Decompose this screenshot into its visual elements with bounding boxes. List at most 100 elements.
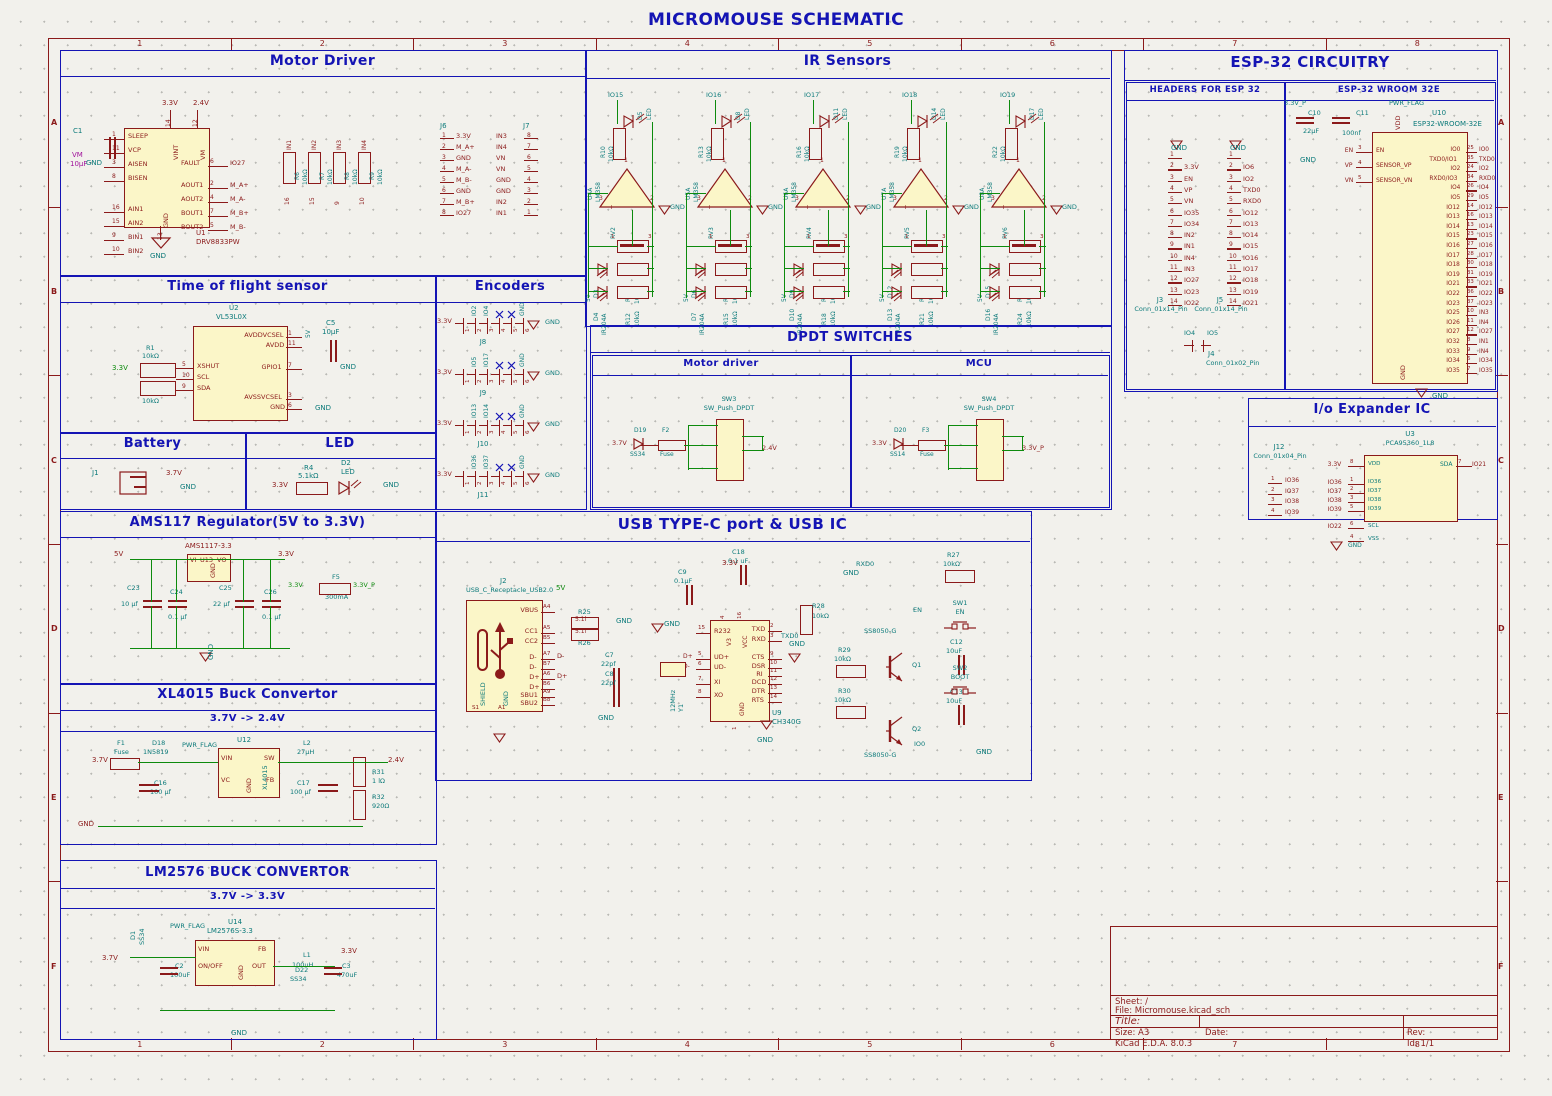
j7-pinnum-8: 8 [527,132,531,139]
encoder-ref-J9: J9 [479,389,487,397]
u1-pinnum-16: 16 [112,204,120,211]
j6-pinnum-4: 4 [442,165,446,172]
ams-cap-val-C26: 0.1 µf [262,613,281,621]
esp-label-J5-IO13: IO13 [1243,219,1259,228]
esp-label-J3-IN3: IN3 [1184,265,1195,273]
u1-pin-AOUT1: AOUT1 [181,181,204,189]
ir-wire [941,268,948,270]
esp-label-J3-IO27: IO27 [1184,276,1200,285]
ir-wire [1039,246,1046,248]
u3-net-IO22: IO22 [1327,523,1342,530]
u3-rpin-sda: SDA [1440,461,1453,468]
u10-rnet-IO17-11: IO17 [1479,252,1493,259]
u10-rpinline [1466,305,1477,307]
usb-j2-pinline [541,612,555,614]
row-label-r-E: E [1498,793,1504,802]
esp-pinnum-J3-10: 10 [1170,252,1178,260]
ir-pot-pin1: 1 [611,234,615,240]
u10-lpinline [1356,152,1372,154]
j12-pinnum-3: 3 [1271,497,1275,503]
ir-rled-ref-R13: R13 [698,146,705,158]
u2-rpinline [286,337,302,339]
u10-rpinline [1466,171,1477,173]
cap-c1-gnd: GND [86,159,103,167]
esp-label-J3-IO23: IO23 [1184,287,1200,296]
md-res-ref-R6: R6 [294,172,301,180]
esp-pinline [1168,158,1182,160]
ir-pot-pin1: 1 [1003,234,1007,240]
ir-wire [941,246,948,248]
dpdt-mcu-switch[interactable] [976,419,1004,481]
dpdt-mcu-fuse [918,440,946,451]
u3-pinnum-2: 2 [1350,486,1354,492]
u10-rnet-IO21-14: IO21 [1479,281,1493,288]
u10-rpin-IO23: IO23 [1446,300,1460,307]
esp-pinline [1168,259,1182,261]
ir-wire [632,210,634,246]
ic-u14-value: LM2576S-3.3 [207,927,253,935]
ir-rpd-R12 [617,286,649,299]
ic-u1-value: DRV8833PW [196,238,240,246]
ic-u9-value: CH340G [772,718,801,726]
usb-switch-symbol-SW2[interactable] [944,684,976,696]
usb-tr-ref-Q1: Q1 [912,661,922,669]
ir-opamp-pin3: 3 [795,195,799,202]
usb-cap2-C18 [745,565,748,585]
usb-net-dminus: D- [557,652,565,660]
usb-cap-ref-C7: C7 [605,651,614,659]
u10-rpin-IO17: IO17 [1446,252,1460,259]
xl-r31-value: 1 lΩ [372,777,385,785]
xl-net-24v: 2.4V [388,756,404,764]
enc-pinnum: 3 [489,328,495,332]
col-label-bot-5: 5 [867,1040,873,1049]
usb-j2-pinline [541,705,555,707]
u10-rpinnum-37: 37 [1467,298,1474,305]
dpdt-wire [688,425,690,470]
ir-rled-ref-R16: R16 [796,146,803,158]
tb-size: Size: A3 [1115,1028,1150,1038]
j7-label-IN4: IN4 [496,143,507,151]
ic-u12-ref: U12 [237,736,252,744]
j12-pinline [1268,504,1282,506]
dpdt-motor-switch[interactable] [716,419,744,481]
u3-rpinline [1456,466,1472,468]
xl-pwrflag: PWR_FLAG [182,741,217,749]
u12-vin: VIN [221,754,233,762]
ir-gnd-3: GND [964,203,979,211]
u10-rnet-IO13-7: IO13 [1479,214,1493,221]
u10-rpinline [1466,363,1477,365]
enc-pinline [479,323,488,325]
u1-pinnum-15: 15 [112,218,120,225]
u10-rpin-IO15: IO15 [1446,233,1460,240]
u3-gnd-symbol [1329,541,1344,551]
col-label-3: 3 [502,39,508,48]
ir-wire [882,291,902,293]
j6-label-GND: GND [456,187,471,195]
block-title-ir: IR Sensors [803,53,892,69]
ir-opamp-plus: + [1001,203,1007,211]
col-divider-top [960,38,962,50]
j7-label-VN: VN [496,154,506,162]
u1-pinline [104,254,124,256]
u10-rnet-IO19-13: IO19 [1479,271,1493,278]
col-label-bot-2: 2 [319,1040,325,1049]
u10-rnet-RXD0-3: RXD0 [1479,175,1496,182]
j6-label-M_A-: M_A- [456,165,472,173]
u10-lpinline [1356,167,1372,169]
col-divider-bot [48,1038,49,1050]
lm-d22-value: SS34 [290,975,307,983]
col-divider-top [1143,38,1144,50]
enc-pinnum: 4 [501,379,507,383]
usb-switch-symbol-SW1[interactable] [944,619,976,631]
esp-label-J3-VP: VP [1184,185,1193,194]
j12-label-IO36: IO36 [1285,477,1300,484]
ir-wire [980,268,1000,270]
usb-gnd-label: GND [502,691,510,706]
esp-pinnum-J3-9: 9 [1170,241,1174,249]
lm-net-37v: 3.7V [102,954,118,962]
ir-wire [686,291,706,293]
dpdt-mcu-diode-val: SS14 [890,451,906,458]
ir-wire [1044,122,1046,297]
ir-gnd-1: GND [768,203,783,211]
u9-rpin-DTR: DTR [751,687,766,695]
